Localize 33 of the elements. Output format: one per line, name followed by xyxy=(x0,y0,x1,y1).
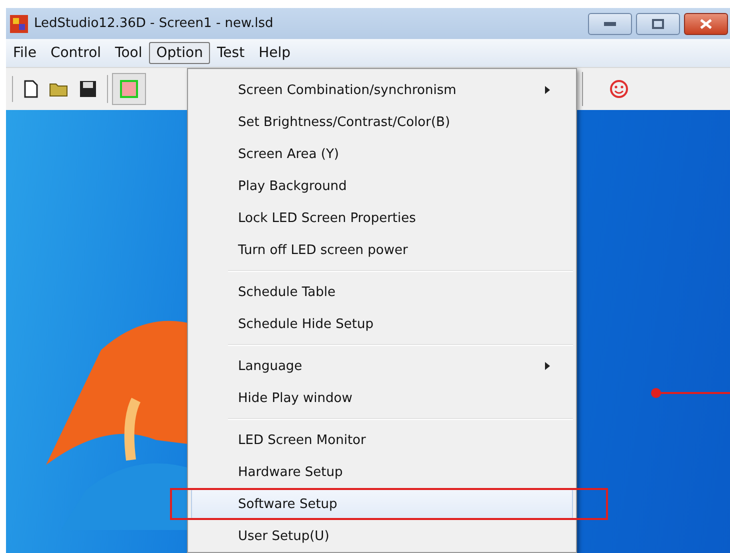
menu-option[interactable]: Screen Area (Y) xyxy=(191,138,573,170)
menu-option[interactable]: Hide Play window xyxy=(191,382,573,414)
window-title: LedStudio12.36D - Screen1 - new.lsd xyxy=(34,16,274,31)
minimize-button[interactable] xyxy=(588,12,632,34)
menu-option[interactable]: Hardware Setup xyxy=(191,456,573,488)
submenu-arrow-icon xyxy=(545,86,550,94)
menu-item[interactable]: Option xyxy=(149,42,210,64)
menu-option[interactable]: Play Background xyxy=(191,170,573,202)
new-file-icon[interactable] xyxy=(23,80,39,98)
menu-item[interactable]: File xyxy=(6,42,44,64)
close-icon xyxy=(700,18,712,28)
menu-item[interactable]: Tool xyxy=(108,42,150,64)
maximize-icon xyxy=(652,18,664,28)
screen-icon xyxy=(120,80,138,98)
submenu-arrow-icon xyxy=(545,362,550,370)
menu-option[interactable]: Set Brightness/Contrast/Color(B) xyxy=(191,106,573,138)
menu-option[interactable]: Language xyxy=(191,350,573,382)
close-button[interactable] xyxy=(684,12,728,34)
maximize-button[interactable] xyxy=(636,12,680,34)
app-icon xyxy=(10,14,28,32)
save-icon[interactable] xyxy=(79,80,97,98)
menu-option[interactable]: Schedule Hide Setup xyxy=(191,308,573,340)
menu-option[interactable]: LED Screen Monitor xyxy=(191,424,573,456)
folder-icon[interactable] xyxy=(49,81,69,97)
menu-option[interactable]: Lock LED Screen Properties xyxy=(191,202,573,234)
menu-item[interactable]: Test xyxy=(210,42,252,64)
menu-item[interactable]: Control xyxy=(43,42,108,64)
minimize-icon xyxy=(604,22,616,26)
menu-item[interactable]: Help xyxy=(252,42,298,64)
menu-option[interactable]: Turn off LED screen power xyxy=(191,234,573,266)
menu-option[interactable]: User Setup(U) xyxy=(191,520,573,552)
smiley-icon[interactable] xyxy=(609,79,629,99)
menu-option[interactable]: Schedule Table xyxy=(191,276,573,308)
